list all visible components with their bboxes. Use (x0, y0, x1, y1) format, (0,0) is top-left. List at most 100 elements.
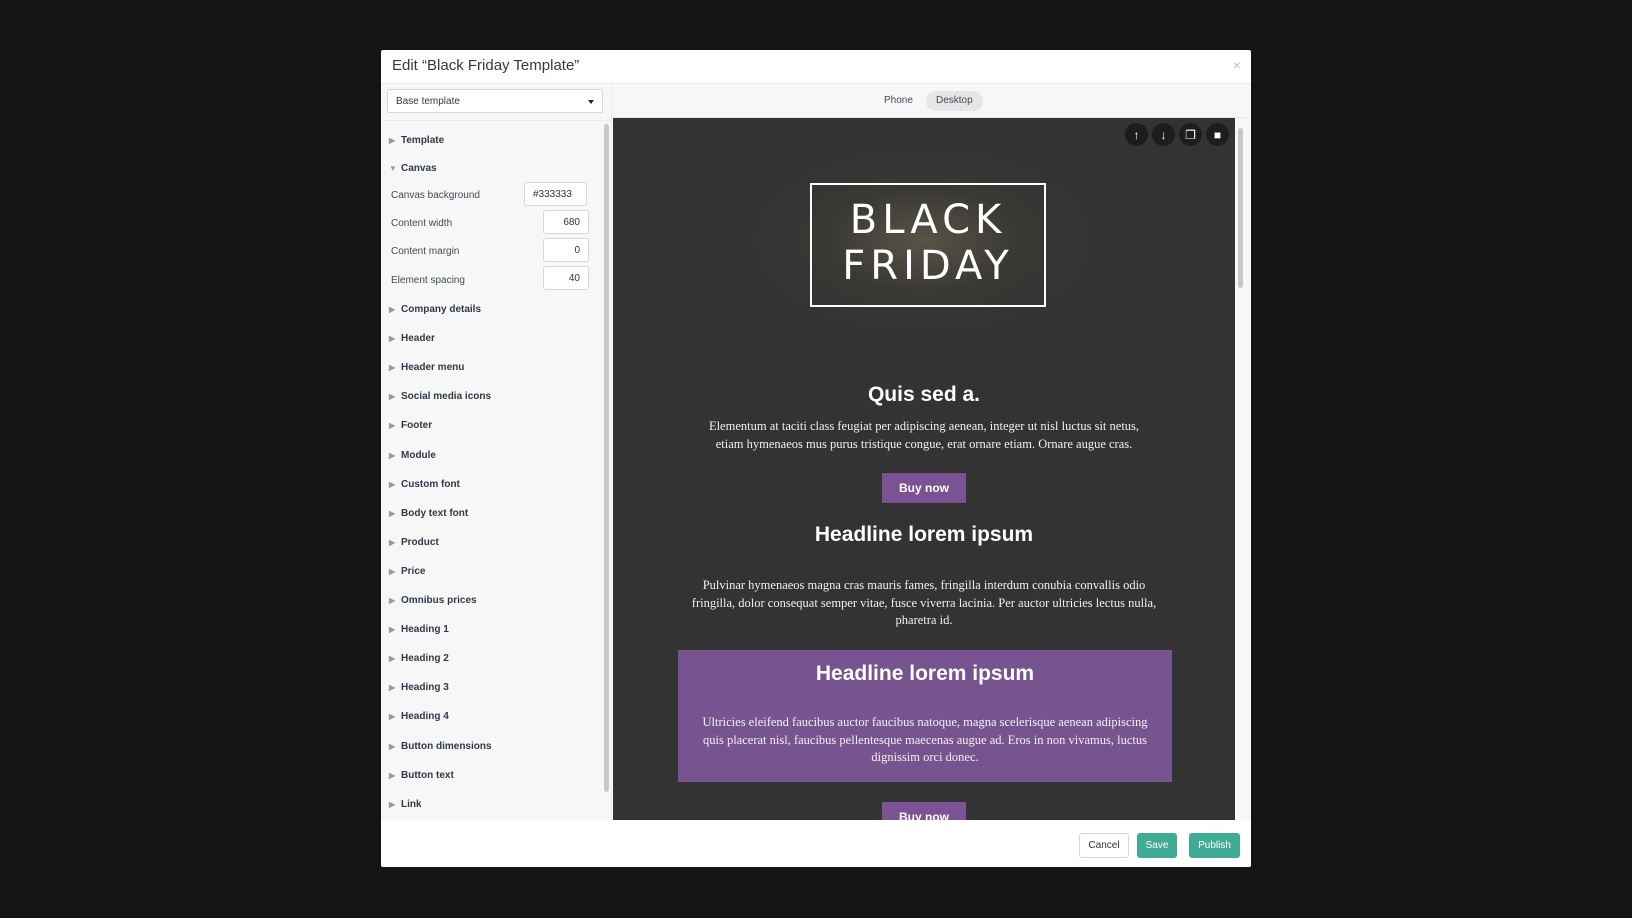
section-template[interactable]: ▶ Template (389, 135, 444, 146)
section-link[interactable]: ▶ Link (389, 799, 422, 810)
section-header[interactable]: ▶ Header (389, 333, 435, 344)
triangle-right-icon: ▶ (389, 334, 396, 344)
hero-frame: BLACK FRIDAY (810, 183, 1046, 307)
hero-text-black: BLACK (849, 197, 1007, 243)
section-label: Custom font (401, 478, 460, 490)
triangle-right-icon: ▶ (389, 770, 396, 780)
element-spacing-input[interactable] (543, 266, 589, 290)
block2-text: Pulvinar hymenaeos magna cras mauris fam… (691, 578, 1157, 627)
email-preview-canvas: ↑ ↓ ❐ ■ BLACK FRIDAY Quis sed a. Element… (613, 118, 1235, 820)
triangle-right-icon: ▶ (389, 799, 396, 809)
trash-icon[interactable]: ■ (1206, 123, 1229, 146)
content-margin-label: Content margin (391, 246, 460, 257)
buy-now-button-2[interactable]: Buy now (882, 802, 966, 820)
section-label: Body text font (401, 507, 469, 519)
section-canvas[interactable]: ▼ Canvas (389, 163, 437, 174)
triangle-right-icon: ▶ (389, 741, 396, 751)
base-template-select[interactable]: Base template (387, 89, 603, 113)
section-label: Button dimensions (401, 740, 492, 752)
section-label: Template (401, 135, 445, 146)
preview-scrollbar[interactable] (1238, 128, 1243, 288)
triangle-down-icon: ▼ (389, 164, 397, 173)
triangle-right-icon: ▶ (389, 305, 396, 314)
section-label: Heading 4 (401, 711, 449, 723)
triangle-right-icon: ▶ (389, 363, 396, 373)
element-spacing-label: Element spacing (391, 275, 465, 286)
triangle-right-icon: ▶ (389, 421, 396, 431)
section-label: Social media icons (401, 391, 492, 403)
section-label: Company details (401, 304, 482, 315)
section-body-text-font[interactable]: ▶ Body text font (389, 508, 468, 519)
canvas-background-input[interactable] (524, 182, 587, 206)
settings-list: ▶ Template ▼ Canvas Canvas background Cont… (381, 120, 612, 820)
section-product[interactable]: ▶ Product (389, 537, 439, 548)
base-template-select-value: Base template (396, 96, 460, 107)
triangle-right-icon: ▶ (389, 712, 396, 722)
section-button-dimensions[interactable]: ▶ Button dimensions (389, 741, 492, 752)
buy-now-button[interactable]: Buy now (882, 473, 966, 503)
section-omnibus-prices[interactable]: ▶ Omnibus prices (389, 595, 477, 606)
block3-heading: Headline lorem ipsum (815, 662, 1035, 685)
tab-phone[interactable]: Phone (874, 91, 923, 111)
section-price[interactable]: ▶ Price (389, 566, 425, 577)
triangle-right-icon: ▶ (389, 537, 396, 547)
canvas-background-label: Canvas background (391, 190, 480, 201)
section-label: Product (401, 536, 439, 548)
section-label: Button text (401, 769, 454, 781)
triangle-right-icon: ▶ (389, 566, 396, 576)
triangle-right-icon: ▶ (389, 136, 396, 145)
block-toolbar: ↑ ↓ ❐ ■ (1125, 123, 1235, 147)
tab-desktop[interactable]: Desktop (926, 91, 983, 111)
section-label: Price (401, 565, 426, 577)
section-label: Header menu (401, 362, 465, 374)
publish-button[interactable]: Publish (1189, 833, 1240, 858)
section-label: Footer (401, 420, 433, 432)
hero-image: BLACK FRIDAY (753, 148, 1093, 333)
block3-text: Ultricies eleifend faucibus auctor fauci… (702, 715, 1148, 764)
section-header-menu[interactable]: ▶ Header menu (389, 362, 464, 373)
section-label: Module (401, 449, 436, 461)
triangle-right-icon: ▶ (389, 625, 396, 635)
triangle-right-icon: ▶ (389, 508, 396, 518)
sidebar-scrollbar[interactable] (604, 124, 609, 792)
section-label: Header (401, 333, 435, 345)
edit-template-modal: Edit “Black Friday Template” × Base temp… (381, 50, 1251, 867)
triangle-right-icon: ▶ (389, 683, 396, 693)
highlight-block: Headline lorem ipsum Ultricies eleifend … (678, 650, 1172, 782)
cancel-button[interactable]: Cancel (1079, 833, 1129, 858)
section-heading-3[interactable]: ▶ Heading 3 (389, 682, 449, 693)
section-label: Heading 2 (401, 653, 449, 665)
section-heading-2[interactable]: ▶ Heading 2 (389, 653, 449, 664)
section-label: Omnibus prices (401, 595, 477, 606)
section-footer[interactable]: ▶ Footer (389, 420, 432, 431)
section-label: Heading 3 (401, 682, 449, 694)
section-social-media-icons[interactable]: ▶ Social media icons (389, 391, 491, 402)
block1-text: Elementum at taciti class feugiat per ad… (708, 419, 1140, 451)
section-heading-4[interactable]: ▶ Heading 4 (389, 711, 449, 722)
hero-text-friday: FRIDAY (842, 243, 1014, 289)
section-company-details[interactable]: ▶ Company details (389, 304, 481, 315)
triangle-right-icon: ▶ (389, 392, 396, 402)
settings-sidebar: Base template ▶ Template ▼ Canvas Canvas b… (381, 84, 612, 820)
modal-title: Edit “Black Friday Template” (392, 57, 580, 74)
section-button-text[interactable]: ▶ Button text (389, 770, 454, 781)
triangle-right-icon: ▶ (389, 596, 396, 605)
copy-icon[interactable]: ❐ (1179, 123, 1202, 146)
section-heading-1[interactable]: ▶ Heading 1 (389, 624, 449, 635)
section-label: Link (401, 798, 422, 810)
content-width-input[interactable] (543, 210, 589, 234)
content-margin-input[interactable] (543, 238, 589, 262)
move-up-icon[interactable]: ↑ (1125, 123, 1148, 146)
modal-footer: Cancel Save Publish (381, 820, 1251, 867)
save-button[interactable]: Save (1137, 833, 1177, 858)
section-label: Canvas (401, 163, 437, 174)
section-module[interactable]: ▶ Module (389, 450, 436, 461)
move-down-icon[interactable]: ↓ (1152, 123, 1175, 146)
caret-down-icon (588, 100, 594, 104)
block2-heading: Headline lorem ipsum (814, 523, 1034, 546)
triangle-right-icon: ▶ (389, 654, 396, 664)
section-custom-font[interactable]: ▶ Custom font (389, 479, 460, 490)
close-icon[interactable]: × (1233, 57, 1241, 73)
triangle-right-icon: ▶ (389, 479, 396, 489)
content-width-label: Content width (391, 218, 453, 229)
